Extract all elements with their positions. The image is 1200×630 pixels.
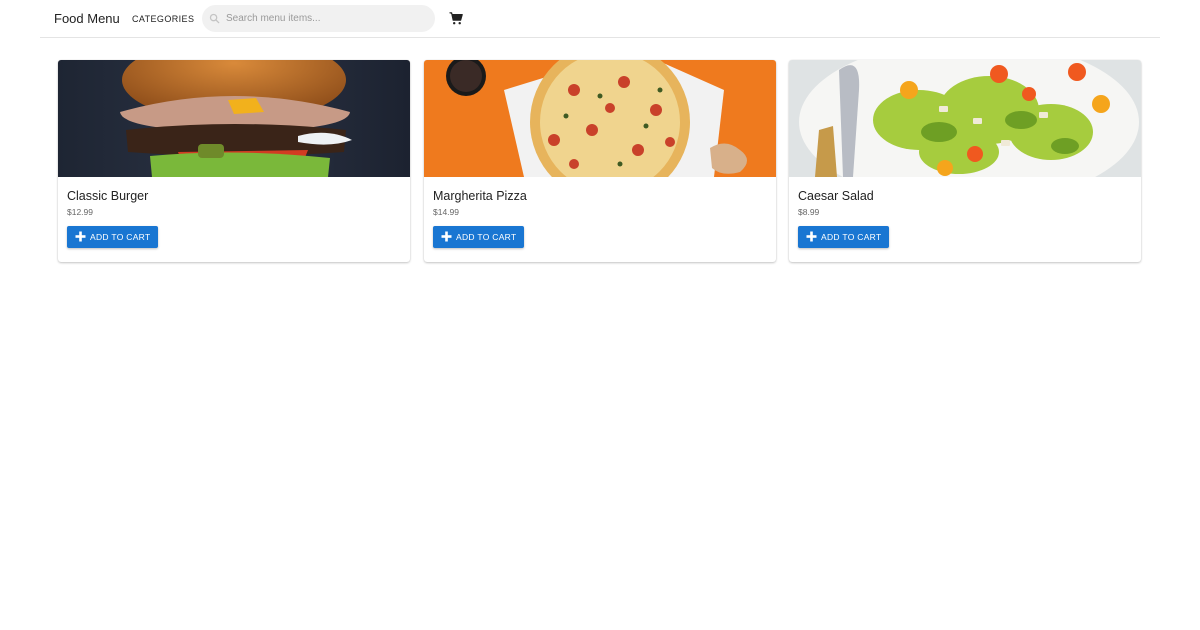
menu-item-price: $12.99 [67, 207, 93, 217]
menu-item-card: Classic Burger $12.99 ADD TO CART [58, 60, 410, 262]
menu-item-price: $8.99 [798, 207, 820, 217]
plus-icon [441, 231, 452, 242]
menu-item-name: Margherita Pizza [433, 189, 527, 203]
categories-button[interactable]: CATEGORIES [124, 7, 202, 31]
search-input[interactable] [226, 5, 426, 32]
menu-item-card: Caesar Salad $8.99 ADD TO CART [789, 60, 1141, 262]
menu-grid: Classic Burger $12.99 ADD TO CART Marghe… [58, 60, 1142, 263]
add-to-cart-label: ADD TO CART [90, 232, 151, 242]
salad-image [789, 60, 1141, 177]
menu-item-card: Margherita Pizza $14.99 ADD TO CART [424, 60, 776, 262]
search-box [202, 5, 435, 32]
app-bar: Food Menu CATEGORIES [40, 0, 1160, 38]
pizza-image [424, 60, 776, 177]
app-title: Food Menu [54, 11, 120, 26]
menu-item-price: $14.99 [433, 207, 459, 217]
add-to-cart-label: ADD TO CART [821, 232, 882, 242]
plus-icon [806, 231, 817, 242]
add-to-cart-button[interactable]: ADD TO CART [433, 226, 524, 248]
menu-item-name: Caesar Salad [798, 189, 874, 203]
shopping-cart-icon[interactable] [449, 12, 463, 25]
menu-item-name: Classic Burger [67, 189, 149, 203]
add-to-cart-button[interactable]: ADD TO CART [798, 226, 889, 248]
add-to-cart-label: ADD TO CART [456, 232, 517, 242]
burger-image [58, 60, 410, 177]
plus-icon [75, 231, 86, 242]
search-icon [209, 13, 220, 24]
add-to-cart-button[interactable]: ADD TO CART [67, 226, 158, 248]
